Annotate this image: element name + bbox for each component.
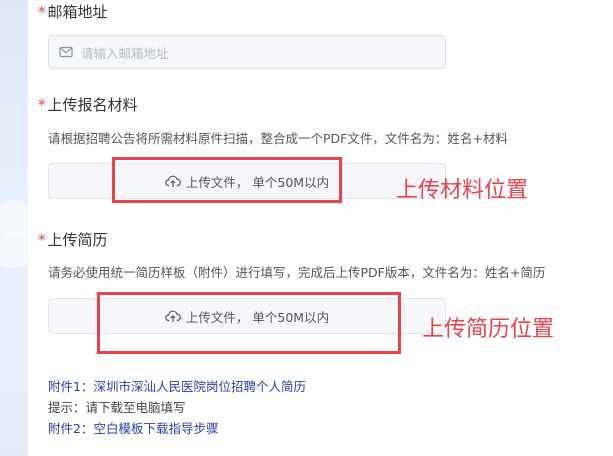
- attachment-1-link[interactable]: 附件1：深圳市深汕人民医院岗位招聘个人简历: [48, 379, 306, 395]
- materials-label: * 上传报名材料: [38, 95, 138, 115]
- materials-label-text: 上传报名材料: [47, 96, 138, 114]
- required-mark: *: [38, 3, 46, 21]
- email-input[interactable]: 请输入邮箱地址: [48, 35, 446, 69]
- resume-annotation: 上传简历位置: [422, 317, 555, 342]
- resume-hint: 请务必使用统一简历样板（附件）进行填写，完成后上传PDF版本，文件名为：姓名+简…: [48, 265, 546, 280]
- materials-upload-button[interactable]: 上传文件， 单个50M以内: [48, 163, 446, 199]
- email-label-text: 邮箱地址: [47, 3, 108, 21]
- resume-label-text: 上传简历: [47, 231, 108, 249]
- download-tip: 提示：请下载至电脑填写: [48, 400, 186, 415]
- required-mark: *: [38, 231, 46, 249]
- cloud-upload-icon: [165, 174, 181, 188]
- page-background-strip: [0, 0, 38, 456]
- mail-icon: [59, 45, 73, 59]
- materials-upload-label: 上传文件， 单个50M以内: [185, 174, 330, 190]
- materials-annotation: 上传材料位置: [396, 178, 529, 203]
- resume-label: * 上传简历: [38, 230, 108, 250]
- required-mark: *: [38, 96, 46, 114]
- email-label: * 邮箱地址: [38, 2, 108, 22]
- resume-upload-button[interactable]: 上传文件， 单个50M以内: [48, 298, 446, 334]
- resume-upload-label: 上传文件， 单个50M以内: [185, 309, 330, 325]
- email-placeholder: 请输入邮箱地址: [81, 45, 169, 61]
- materials-hint: 请根据招聘公告将所需材料原件扫描，整合成一个PDF文件，文件名为：姓名+材料: [48, 131, 508, 146]
- cloud-upload-icon: [165, 309, 181, 323]
- attachment-2-link[interactable]: 附件2：空白模板下载指导步骤: [48, 421, 218, 437]
